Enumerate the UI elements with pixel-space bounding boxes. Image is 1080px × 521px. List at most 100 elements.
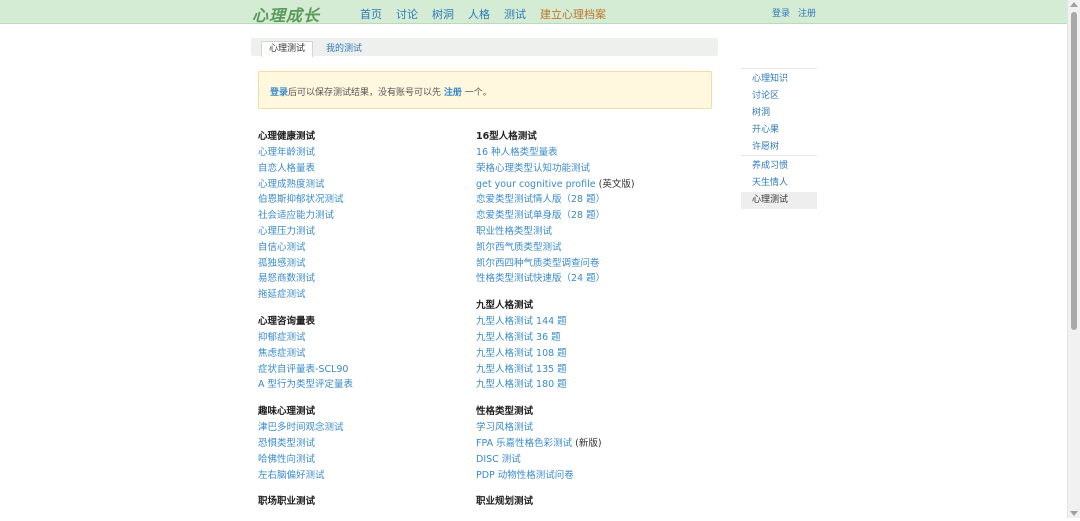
sidebar-divider: [741, 155, 817, 157]
test-link[interactable]: FPA 乐嘉性格色彩测试: [476, 438, 572, 449]
test-link[interactable]: 社会适应能力测试: [258, 210, 334, 221]
login-link[interactable]: 登录: [772, 6, 790, 19]
test-link[interactable]: 学习风格测试: [476, 422, 533, 433]
test-section: 九型人格测试 九型人格测试 144 题九型人格测试 36 题九型人格测试 108 …: [476, 299, 635, 393]
test-link[interactable]: 职业性格类型测试: [476, 226, 552, 237]
sidebar-item[interactable]: 心理知识: [741, 71, 817, 88]
test-link[interactable]: 性格类型测试快速版（24 题）: [476, 273, 605, 284]
test-list-item: 九型人格测试 36 题: [476, 330, 635, 346]
tab-psych-tests[interactable]: 心理测试: [261, 41, 314, 57]
test-section: 职场职业测试: [258, 495, 353, 509]
notice-text: 登录后可以保存测试结果，没有账号可以先 注册 一个。: [270, 85, 492, 98]
test-list-item: 职业性格类型测试: [476, 224, 635, 240]
scroll-down-icon[interactable]: [1070, 511, 1078, 516]
nav-item[interactable]: 讨论: [396, 6, 418, 22]
sidebar-divider: [741, 68, 817, 69]
test-link[interactable]: 九型人格测试 180 题: [476, 379, 567, 390]
test-link[interactable]: 伯恩斯抑郁状况测试: [258, 194, 344, 205]
section-title: 心理咨询量表: [258, 315, 316, 327]
sidebar-item[interactable]: 心理测试: [741, 192, 817, 210]
test-list-item: PDP 动物性格测试问卷: [476, 468, 635, 484]
notice-login-link[interactable]: 登录: [270, 88, 288, 98]
test-list-item: 九型人格测试 180 题: [476, 377, 635, 393]
test-list-item: 心理压力测试: [258, 224, 353, 240]
test-list-item: 社会适应能力测试: [258, 208, 353, 224]
sidebar-item[interactable]: 树洞: [741, 105, 817, 122]
login-notice: 登录后可以保存测试结果，没有账号可以先 注册 一个。: [258, 71, 712, 109]
nav-item[interactable]: 建立心理档案: [540, 6, 606, 22]
test-link[interactable]: get your cognitive profile: [476, 179, 596, 190]
top-bar: 心理成长 首页 讨论 树洞 人格 测试 建立心理档案 登录 注册: [0, 0, 1068, 26]
nav-item[interactable]: 测试: [504, 6, 526, 22]
test-link[interactable]: 症状自评量表-SCL90: [258, 364, 348, 375]
test-link[interactable]: 九型人格测试 144 题: [476, 316, 567, 327]
section-title: 心理健康测试: [258, 131, 316, 142]
test-list-item: 凯尔西气质类型测试: [476, 240, 635, 256]
test-list-item: 心理年龄测试: [258, 145, 353, 161]
test-link[interactable]: 津巴多时间观念测试: [258, 422, 344, 433]
test-link[interactable]: 凯尔西四种气质类型调查问卷: [476, 258, 600, 269]
test-link[interactable]: 九型人格测试 36 题: [476, 332, 561, 343]
nav-item[interactable]: 人格: [468, 6, 490, 22]
test-link[interactable]: 抑郁症测试: [258, 332, 306, 343]
test-link[interactable]: 自恋人格量表: [258, 163, 315, 174]
scroll-thumb[interactable]: [1071, 12, 1077, 330]
side-nav: 心理知识 讨论区 树洞 开心果 许愿树养成习惯 天生情人 心理测试: [741, 68, 817, 210]
test-list-item: 抑郁症测试: [258, 330, 353, 346]
test-link[interactable]: 心理成熟度测试: [258, 179, 325, 190]
test-list-item: 九型人格测试 135 题: [476, 362, 635, 378]
nav-item[interactable]: 首页: [360, 6, 382, 22]
test-list-item: 自信心测试: [258, 240, 353, 256]
sidebar-item[interactable]: 许愿树: [741, 139, 817, 156]
scroll-up-icon[interactable]: [1070, 2, 1078, 7]
test-list-item: 自恋人格量表: [258, 161, 353, 177]
sidebar-item[interactable]: 养成习惯: [741, 158, 817, 175]
test-link[interactable]: A 型行为类型评定量表: [258, 379, 353, 390]
test-list-item: 津巴多时间观念测试: [258, 420, 353, 436]
section-title: 16型人格测试: [476, 131, 537, 142]
register-link[interactable]: 注册: [798, 6, 816, 19]
test-link[interactable]: 荣格心理类型认知功能测试: [476, 163, 590, 174]
test-link[interactable]: 自信心测试: [258, 242, 306, 253]
test-link[interactable]: 九型人格测试 108 题: [476, 348, 567, 359]
test-link[interactable]: 拖延症测试: [258, 289, 306, 300]
test-list-item: 恋爱类型测试单身版（28 题）: [476, 208, 635, 224]
nav-item[interactable]: 树洞: [432, 6, 454, 22]
right-test-column: 16型人格测试 16 种人格类型量表荣格心理类型认知功能测试 get your co…: [476, 130, 635, 521]
test-link[interactable]: PDP 动物性格测试问卷: [476, 470, 574, 481]
test-list-item: DISC 测试: [476, 452, 635, 468]
test-list-item: get your cognitive profile (英文版): [476, 177, 635, 193]
sidebar-item[interactable]: 天生情人: [741, 175, 817, 192]
test-link[interactable]: 恋爱类型测试情人版（28 题）: [476, 194, 605, 205]
test-link[interactable]: 心理压力测试: [258, 226, 315, 237]
test-link[interactable]: DISC 测试: [476, 454, 521, 465]
notice-register-link[interactable]: 注册: [444, 88, 462, 98]
test-section: 职业规划测试: [476, 495, 635, 509]
sidebar-item[interactable]: 讨论区: [741, 88, 817, 105]
sidebar-item[interactable]: 开心果: [741, 122, 817, 139]
test-link[interactable]: 恋爱类型测试单身版（28 题）: [476, 210, 605, 221]
test-list-item: 恋爱类型测试情人版（28 题）: [476, 192, 635, 208]
test-link[interactable]: 16 种人格类型量表: [476, 147, 558, 158]
test-link[interactable]: 哈佛性向测试: [258, 454, 315, 465]
test-list-item: FPA 乐嘉性格色彩测试 (新版): [476, 436, 635, 452]
test-link[interactable]: 心理年龄测试: [258, 147, 315, 158]
test-list-item: 哈佛性向测试: [258, 452, 353, 468]
test-link[interactable]: 恐惧类型测试: [258, 438, 315, 449]
test-link[interactable]: 易怒商数测试: [258, 273, 315, 284]
test-list-item: 左右脑偏好测试: [258, 468, 353, 484]
section-title: 趣味心理测试: [258, 406, 316, 418]
test-section: 心理咨询量表 抑郁症测试焦虑症测试症状自评量表-SCL90 A 型行为类型评定量表: [258, 315, 353, 393]
site-logo[interactable]: 心理成长: [252, 2, 320, 26]
page-scrollbar[interactable]: [1067, 0, 1080, 518]
tab-bar: 心理测试 我的测试: [251, 38, 718, 57]
test-link[interactable]: 九型人格测试 135 题: [476, 364, 567, 375]
test-list-item: 性格类型测试快速版（24 题）: [476, 271, 635, 287]
tab-my-tests[interactable]: 我的测试: [319, 42, 369, 56]
test-link[interactable]: 焦虑症测试: [258, 348, 306, 359]
test-section: 性格类型测试 学习风格测试 FPA 乐嘉性格色彩测试 (新版) DISC 测试 PDP …: [476, 405, 635, 483]
test-link[interactable]: 凯尔西气质类型测试: [476, 242, 562, 253]
test-link[interactable]: 左右脑偏好测试: [258, 470, 325, 481]
test-link[interactable]: 孤独感测试: [258, 258, 306, 269]
test-section: 16型人格测试 16 种人格类型量表荣格心理类型认知功能测试 get your co…: [476, 130, 635, 287]
